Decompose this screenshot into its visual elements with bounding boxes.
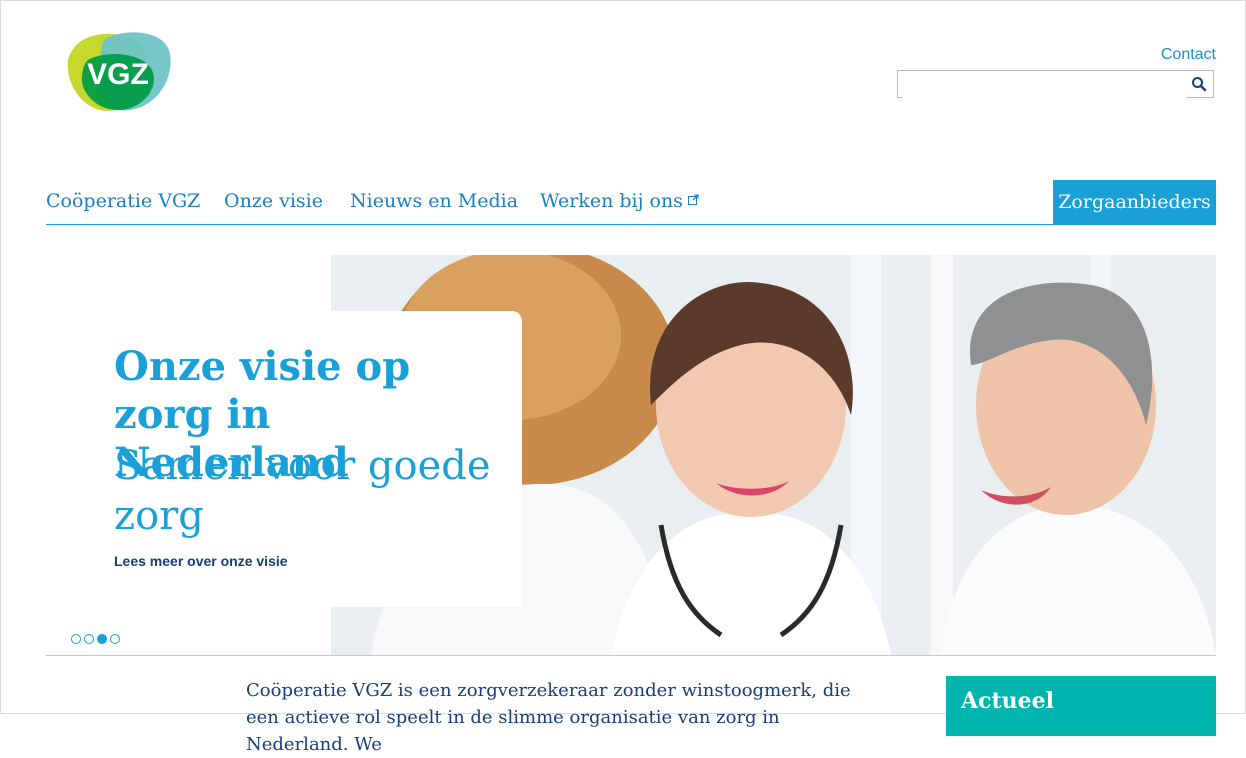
nav-item-onze-visie[interactable]: Onze visie [224,190,323,212]
carousel-indicators [71,629,123,644]
search-icon[interactable] [1191,76,1207,92]
nav-item-werken-bij-ons[interactable]: Werken bij ons [540,190,699,212]
hero-subtitle: Samen voor goede zorg [114,443,491,539]
section-divider [46,655,1216,656]
carousel-dot[interactable] [110,634,120,644]
hero-read-more-link[interactable]: Lees meer over onze visie [114,553,288,569]
contact-link[interactable]: Contact [1161,46,1216,64]
search-input[interactable] [902,72,1186,98]
external-link-icon [687,194,699,205]
carousel-dot[interactable] [71,634,81,644]
carousel-dot[interactable] [84,634,94,644]
vgz-logo[interactable]: VGZ [66,30,174,114]
nav-item-werken-label: Werken bij ons [540,190,683,212]
nav-item-cooperatie[interactable]: Coöperatie VGZ [46,190,200,212]
logo-wordmark: VGZ [87,58,149,91]
nav-item-nieuws-en-media[interactable]: Nieuws en Media [350,190,518,212]
zorgaanbieders-button[interactable]: Zorgaanbieders [1053,180,1216,224]
actueel-panel: Actueel [946,676,1216,736]
actueel-title: Actueel [961,688,1054,714]
main-navigation: Coöperatie VGZ Onze visie Nieuws en Medi… [46,180,1216,225]
intro-text: Coöperatie VGZ is een zorgverzekeraar zo… [246,680,851,755]
search-box [897,70,1214,98]
hero-card: Onze visie op zorg in Nederland Samen vo… [46,311,522,607]
carousel-dot-active[interactable] [97,634,107,644]
